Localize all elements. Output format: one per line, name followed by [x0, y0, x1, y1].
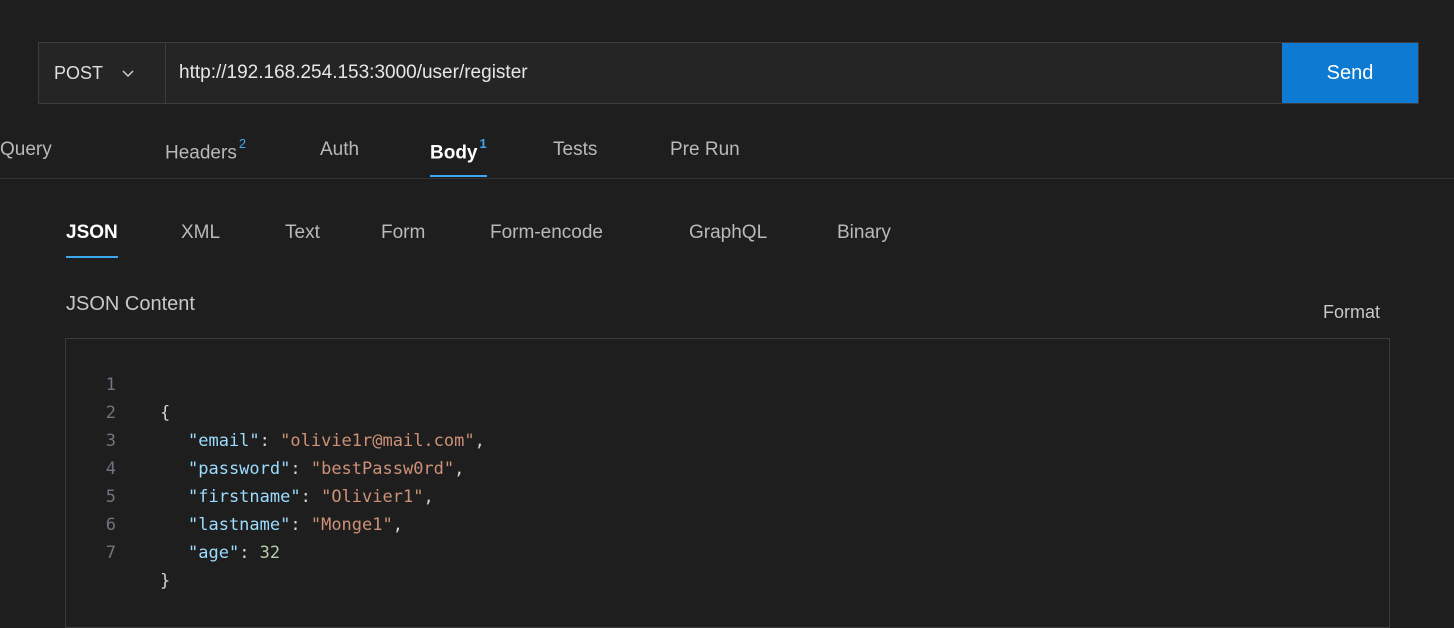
json-value: "olivie1r@mail.com": [280, 431, 475, 451]
code-line: 3 "password": "bestPassw0rd",: [66, 399, 465, 479]
body-tab-form[interactable]: Form: [381, 222, 425, 258]
tab-label: Headers: [165, 142, 237, 164]
json-trail: ,: [392, 515, 403, 535]
body-tab-binary[interactable]: Binary: [837, 222, 891, 258]
code-line: 1 {: [66, 343, 171, 423]
json-key: "password": [188, 459, 291, 479]
code-text: }: [160, 571, 171, 591]
json-value: 32: [259, 543, 281, 563]
body-type-tabs: JSON XML Text Form Form-encode GraphQL B…: [0, 218, 1454, 262]
tab-query[interactable]: Query: [0, 139, 52, 177]
json-trail: ,: [454, 459, 465, 479]
body-tab-xml[interactable]: XML: [181, 222, 220, 258]
code-line: 2 "email": "olivie1r@mail.com",: [66, 371, 485, 451]
json-trail: ,: [474, 431, 485, 451]
tab-headers[interactable]: Headers 2: [165, 136, 247, 177]
json-value: "Olivier1": [321, 487, 424, 507]
send-button[interactable]: Send: [1282, 43, 1418, 103]
json-key: "lastname": [188, 515, 291, 535]
method-select[interactable]: POST: [39, 43, 166, 103]
request-tabs: Query Headers 2 Auth Body 1 Tests Pre Run: [0, 135, 1454, 179]
format-button[interactable]: Format: [1323, 302, 1380, 323]
body-tab-form-encode[interactable]: Form-encode: [490, 222, 603, 258]
method-label: POST: [54, 62, 104, 83]
line-number: 7: [105, 543, 116, 563]
json-key: "firstname": [188, 487, 301, 507]
url-input[interactable]: http://192.168.254.153:3000/user/registe…: [166, 43, 1282, 103]
tab-label: Auth: [320, 139, 360, 160]
body-tab-json[interactable]: JSON: [66, 222, 118, 258]
tab-label: Tests: [553, 139, 598, 160]
code-line: 6 "age": 32: [66, 483, 280, 563]
json-editor[interactable]: 1 { 2 "email": "olivie1r@mail.com", 3 "p…: [65, 338, 1390, 628]
code-line: 5 "lastname": "Monge1",: [66, 455, 403, 535]
json-value: "Monge1": [310, 515, 393, 535]
request-bar: POST http://192.168.254.153:3000/user/re…: [38, 42, 1419, 104]
tab-auth[interactable]: Auth: [320, 139, 359, 177]
tab-label: Query: [0, 139, 52, 160]
json-content-label: JSON Content: [66, 293, 195, 315]
tab-pre-run[interactable]: Pre Run: [670, 139, 740, 177]
json-key: "email": [188, 431, 260, 451]
json-value: "bestPassw0rd": [310, 459, 455, 479]
code-line: 7 }: [66, 511, 171, 591]
json-key: "age": [188, 543, 240, 563]
chevron-down-icon: [122, 70, 134, 78]
tab-badge: 2: [238, 136, 247, 151]
code-line: 4 "firstname": "Olivier1",: [66, 427, 434, 507]
tab-label: Body: [430, 142, 478, 164]
tab-tests[interactable]: Tests: [553, 139, 597, 177]
tab-body[interactable]: Body 1: [430, 136, 487, 177]
body-tab-graphql[interactable]: GraphQL: [689, 222, 767, 258]
json-trail: ,: [423, 487, 434, 507]
body-tab-text[interactable]: Text: [285, 222, 320, 258]
code-text: {: [160, 403, 171, 423]
tab-label: Pre Run: [670, 139, 740, 160]
tab-badge: 1: [479, 136, 487, 151]
